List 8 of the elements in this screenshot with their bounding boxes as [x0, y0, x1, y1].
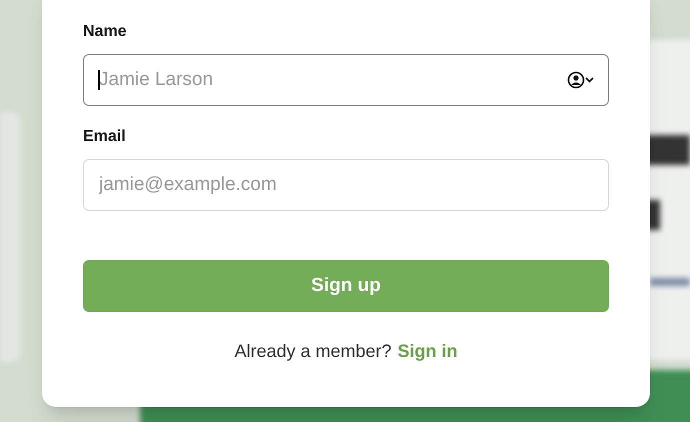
sign-up-button[interactable]: Sign up: [83, 260, 609, 312]
footer-text: Already a member?: [234, 340, 392, 363]
sign-in-link[interactable]: Sign in: [398, 338, 458, 365]
field-label: Email: [83, 127, 127, 147]
field-label: Name: [83, 22, 128, 42]
contact-autofill-icon[interactable]: [567, 71, 595, 89]
input-field[interactable]: Jamie Larson: [83, 54, 609, 106]
text-cursor: [98, 70, 100, 90]
